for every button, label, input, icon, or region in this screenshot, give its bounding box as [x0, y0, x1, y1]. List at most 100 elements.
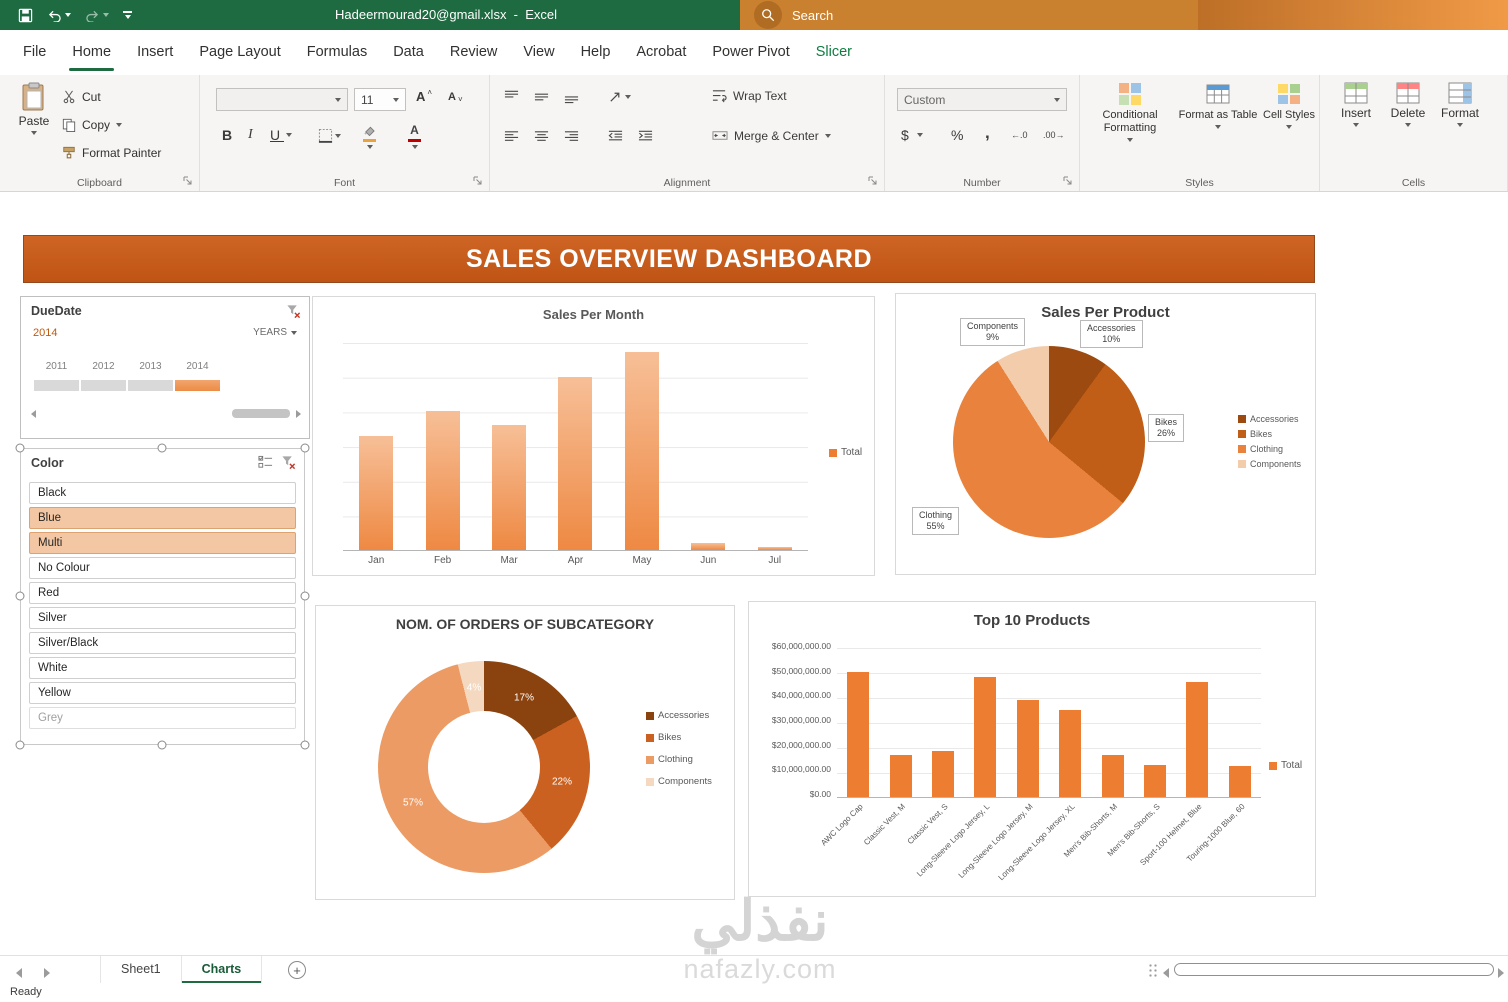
slicer-item-multi[interactable]: Multi: [29, 532, 296, 554]
selection-handle[interactable]: [157, 740, 167, 750]
selection-handle[interactable]: [15, 740, 25, 750]
bar-jul[interactable]: [757, 546, 792, 550]
subcategory-donut[interactable]: 17% 22% 57% 4%: [378, 661, 590, 873]
sales-per-month-chart[interactable]: Sales Per Month Jan Feb Mar Apr May Jun Jul To…: [312, 296, 875, 576]
slicer-item-silver[interactable]: Silver: [29, 607, 296, 629]
bar-1[interactable]: [847, 672, 870, 797]
chevron-down-icon[interactable]: [1054, 97, 1060, 102]
chevron-down-icon[interactable]: [1353, 123, 1359, 127]
chevron-down-icon[interactable]: [31, 131, 37, 135]
slicer-item-black[interactable]: Black: [29, 482, 296, 504]
font-size-combobox[interactable]: 11: [354, 88, 406, 111]
save-icon[interactable]: [18, 8, 33, 23]
align-center-button[interactable]: [534, 129, 549, 144]
increase-indent-button[interactable]: [638, 129, 653, 144]
selection-handle[interactable]: [15, 591, 25, 601]
font-name-combobox[interactable]: [216, 88, 348, 111]
bar-7[interactable]: [1101, 754, 1124, 797]
top10-products-chart[interactable]: Top 10 Products $60,000,000.00 $50,000,00…: [748, 601, 1316, 897]
undo-button[interactable]: [47, 9, 71, 22]
ribbon-tab-review[interactable]: Review: [437, 30, 511, 75]
chevron-down-icon[interactable]: [1457, 123, 1463, 127]
ribbon-tab-formulas[interactable]: Formulas: [294, 30, 380, 75]
tab-splitter-handle[interactable]: [1148, 963, 1158, 978]
bar-may[interactable]: [624, 352, 659, 550]
paste-button[interactable]: Paste: [10, 82, 58, 135]
cell-styles-button[interactable]: Cell Styles: [1262, 82, 1316, 129]
format-as-table-button[interactable]: Format as Table: [1178, 82, 1258, 129]
cut-button[interactable]: Cut: [62, 88, 161, 106]
selection-handle[interactable]: [300, 443, 310, 453]
ribbon-tab-acrobat[interactable]: Acrobat: [623, 30, 699, 75]
comma-style-button[interactable]: ,: [985, 123, 990, 143]
slicer-item-red[interactable]: Red: [29, 582, 296, 604]
conditional-formatting-button[interactable]: Conditional Formatting: [1086, 82, 1174, 142]
chevron-down-icon[interactable]: [916, 133, 923, 137]
slicer-item-yellow[interactable]: Yellow: [29, 682, 296, 704]
selection-handle[interactable]: [15, 443, 25, 453]
chevron-down-icon[interactable]: [335, 97, 341, 102]
selection-handle[interactable]: [157, 443, 167, 453]
decrease-font-size-button[interactable]: A ˅: [448, 89, 463, 105]
number-format-combobox[interactable]: Custom: [897, 88, 1067, 111]
ribbon-tab-file[interactable]: File: [10, 30, 59, 75]
wrap-text-button[interactable]: Wrap Text: [712, 88, 787, 103]
timeline-scrollbar[interactable]: [27, 407, 305, 420]
bold-button[interactable]: B: [222, 127, 232, 143]
fill-color-button[interactable]: [362, 125, 377, 149]
slicer-item-silver-black[interactable]: Silver/Black: [29, 632, 296, 654]
format-painter-button[interactable]: Format Painter: [62, 144, 161, 162]
horizontal-scrollbar-thumb[interactable]: [1174, 963, 1494, 976]
timeline-year-2011[interactable]: 2011: [33, 361, 80, 391]
chevron-down-icon[interactable]: [65, 13, 71, 17]
product-pie[interactable]: [953, 346, 1145, 538]
accounting-format-button[interactable]: $: [901, 127, 923, 143]
font-color-button[interactable]: A: [408, 124, 421, 149]
sheet-tab-charts[interactable]: Charts: [181, 956, 263, 984]
ribbon-tab-power-pivot[interactable]: Power Pivot: [699, 30, 802, 75]
chevron-down-icon[interactable]: [1405, 123, 1411, 127]
chevron-down-icon[interactable]: [116, 123, 123, 127]
format-cells-button[interactable]: Format: [1436, 82, 1484, 127]
chevron-down-icon[interactable]: [1286, 125, 1292, 129]
redo-button[interactable]: [85, 9, 109, 22]
ribbon-tab-home[interactable]: Home: [59, 30, 124, 75]
timeline-year-2013[interactable]: 2013: [127, 361, 174, 391]
timeline-year-bar[interactable]: [34, 380, 79, 391]
bar-3[interactable]: [931, 750, 954, 797]
timeline-scroll-right-button[interactable]: [292, 407, 305, 420]
ribbon-tab-data[interactable]: Data: [380, 30, 437, 75]
bar-4[interactable]: [974, 677, 997, 797]
bar-mar[interactable]: [492, 425, 527, 550]
ribbon-tab-help[interactable]: Help: [568, 30, 624, 75]
chevron-down-icon[interactable]: [1215, 125, 1221, 129]
subcategory-orders-chart[interactable]: NOM. OF ORDERS OF SUBCATEGORY 17% 22% 57…: [315, 605, 735, 900]
timeline-year-bar[interactable]: [175, 380, 220, 391]
orientation-button[interactable]: [608, 89, 631, 104]
chevron-down-icon[interactable]: [393, 97, 399, 102]
new-sheet-button[interactable]: +: [288, 961, 306, 979]
timeline-scroll-left-button[interactable]: [27, 407, 40, 420]
hscroll-right-button[interactable]: [1498, 965, 1504, 983]
chevron-down-icon[interactable]: [286, 133, 292, 137]
timeline-clear-filter-button[interactable]: [286, 304, 301, 319]
sales-per-product-chart[interactable]: Sales Per Product Components 9% Accessori…: [895, 293, 1316, 575]
selection-handle[interactable]: [300, 591, 310, 601]
color-slicer[interactable]: Color Black Blue Multi No Colour Red Silver Si…: [20, 448, 305, 745]
bar-6[interactable]: [1059, 709, 1082, 797]
decrease-indent-button[interactable]: [608, 129, 623, 144]
duedate-timeline-slicer[interactable]: DueDate 2014 YEARS 2011 2012 2013 2014: [20, 296, 310, 439]
align-right-button[interactable]: [564, 129, 579, 144]
slicer-item-grey[interactable]: Grey: [29, 707, 296, 729]
chevron-down-icon[interactable]: [1127, 138, 1133, 142]
timeline-year-2014[interactable]: 2014: [174, 361, 221, 391]
search-box[interactable]: Search: [740, 0, 1198, 30]
timeline-period-selector[interactable]: YEARS: [253, 327, 297, 338]
hscroll-left-button[interactable]: [1163, 965, 1169, 983]
merge-center-button[interactable]: Merge & Center: [712, 128, 831, 143]
sheet-nav-left-button[interactable]: [16, 965, 22, 983]
chevron-down-icon[interactable]: [103, 13, 109, 17]
ribbon-tab-page-layout[interactable]: Page Layout: [186, 30, 293, 75]
customize-quick-access-button[interactable]: [123, 11, 132, 19]
percent-style-button[interactable]: %: [951, 127, 963, 143]
